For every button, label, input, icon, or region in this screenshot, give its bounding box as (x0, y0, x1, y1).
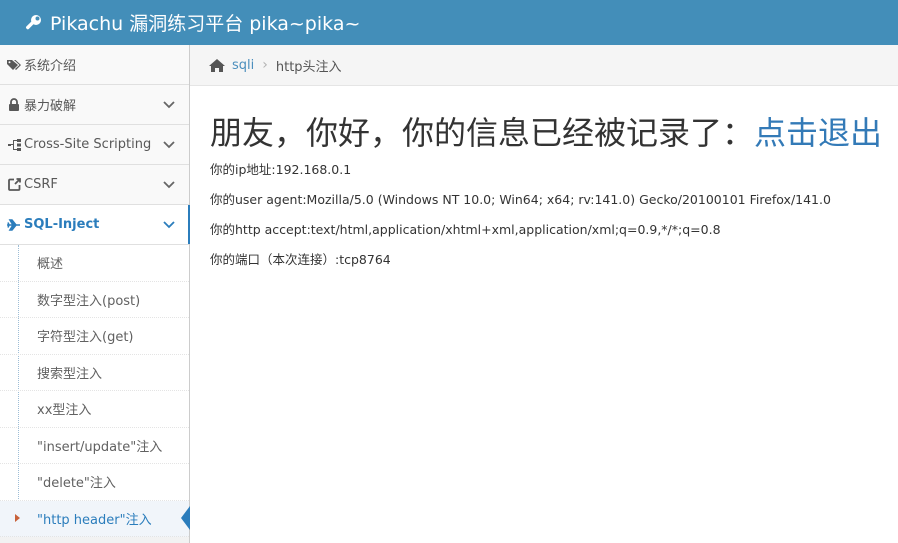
sidebar-item-label: Cross-Site Scripting (24, 137, 152, 152)
lock-icon (7, 98, 21, 111)
submenu-item-overview[interactable]: 概述 (0, 245, 189, 282)
plane-icon (7, 218, 21, 231)
submenu-item-label: 数字型注入(post) (37, 293, 141, 309)
sql-inject-submenu: 概述 数字型注入(post) 字符型注入(get) 搜索型注入 xx型注入 "i… (0, 245, 190, 537)
sidebar-item-sql-inject[interactable]: SQL-Inject (0, 205, 190, 245)
submenu-item-label: 字符型注入(get) (37, 330, 134, 346)
submenu-item-search[interactable]: 搜索型注入 (0, 355, 189, 391)
tags-icon (7, 59, 21, 71)
chevron-down-icon (163, 180, 179, 189)
sitemap-icon (7, 138, 21, 151)
navbar: Pikachu 漏洞练习平台 pika~pika~ (0, 0, 898, 45)
main-content: sqli › http头注入 朋友，你好，你的信息已经被记录了：点击退出 你的i… (190, 45, 898, 543)
submenu-item-string-get[interactable]: 字符型注入(get) (0, 318, 189, 355)
submenu-item-xx[interactable]: xx型注入 (0, 391, 189, 428)
home-icon[interactable] (208, 58, 226, 73)
submenu-item-label: 搜索型注入 (37, 366, 103, 382)
brand[interactable]: Pikachu 漏洞练习平台 pika~pika~ (24, 9, 360, 36)
breadcrumb-current: http头注入 (275, 59, 342, 75)
sidebar-item-label: 暴力破解 (24, 99, 77, 114)
sidebar-item-intro[interactable]: 系统介绍 (0, 45, 189, 85)
sidebar: 系统介绍 暴力破解 Cross-Site Scripting CSRF SQL-… (0, 45, 190, 543)
sidebar-item-label: CSRF (24, 177, 58, 192)
sidebar-item-label: SQL-Inject (24, 217, 100, 232)
wrench-icon (26, 14, 41, 29)
external-link-icon (7, 178, 21, 191)
submenu-item-numeric-post[interactable]: 数字型注入(post) (0, 282, 189, 318)
submenu-item-label: 概述 (37, 257, 64, 273)
sidebar-item-xss[interactable]: Cross-Site Scripting (0, 125, 189, 165)
page-content: 朋友，你好，你的信息已经被记录了：点击退出 你的ip地址:192.168.0.1… (190, 86, 898, 268)
breadcrumb-separator: › (262, 57, 268, 73)
submenu-item-delete[interactable]: "delete"注入 (0, 464, 189, 501)
submenu-item-insert-update[interactable]: "insert/update"注入 (0, 428, 189, 464)
chevron-down-icon (163, 140, 179, 149)
submenu-item-label: "http header"注入 (37, 512, 152, 528)
info-ip: 你的ip地址:192.168.0.1 (210, 162, 352, 177)
chevron-down-icon (163, 220, 179, 229)
sidebar-item-label: 系统介绍 (24, 59, 77, 74)
chevron-down-icon (163, 100, 179, 109)
active-pointer-icon (181, 506, 190, 531)
info-user-agent: 你的user agent:Mozilla/5.0 (Windows NT 10.… (210, 192, 831, 207)
brand-title: Pikachu 漏洞练习平台 pika~pika~ (50, 13, 361, 35)
info-port: 你的端口（本次连接）:tcp8764 (210, 252, 391, 267)
submenu-item-http-header[interactable]: "http header"注入 (0, 500, 190, 537)
submenu-item-label: "insert/update"注入 (37, 439, 163, 455)
logout-link[interactable]: 点击退出 (754, 114, 882, 152)
info-list: 你的ip地址:192.168.0.1 你的user agent:Mozilla/… (210, 162, 898, 268)
headline-text: 朋友，你好，你的信息已经被记录了： (210, 114, 755, 152)
sidebar-item-brute-force[interactable]: 暴力破解 (0, 85, 189, 125)
breadcrumb-link-sqli[interactable]: sqli (232, 58, 254, 73)
sidebar-item-csrf[interactable]: CSRF (0, 165, 189, 205)
caret-right-icon (15, 514, 20, 523)
page-title: 朋友，你好，你的信息已经被记录了：点击退出 (210, 112, 898, 154)
submenu-item-label: xx型注入 (37, 403, 92, 419)
submenu-item-label: "delete"注入 (37, 476, 116, 492)
breadcrumb: sqli › http头注入 (190, 45, 898, 86)
info-http-accept: 你的http accept:text/html,application/xhtm… (210, 222, 721, 237)
